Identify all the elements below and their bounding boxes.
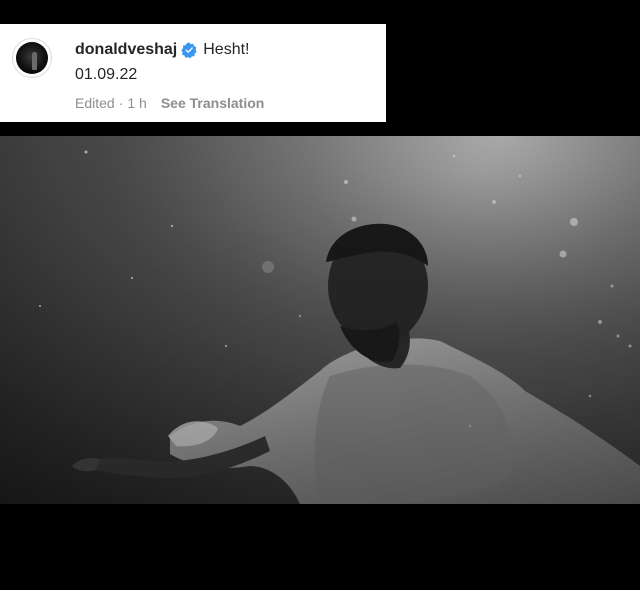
underwater-portrait-image [0, 136, 640, 504]
meta-separator: · [118, 95, 124, 111]
avatar-figure [32, 52, 37, 70]
post-photo[interactable] [0, 136, 640, 504]
edited-label: Edited [75, 95, 115, 111]
username-link[interactable]: donaldveshaj [75, 41, 177, 59]
avatar[interactable] [12, 38, 52, 78]
post-meta: Edited · 1 h See Translation [75, 95, 264, 111]
caption-text: Hesht! [203, 41, 250, 58]
time-ago[interactable]: 1 h [127, 95, 146, 111]
see-translation-button[interactable]: See Translation [161, 95, 264, 111]
caption-card: donaldveshaj Hesht! 01.09.22 Edited · 1 … [0, 24, 386, 122]
avatar-image [16, 42, 48, 74]
verified-badge-icon [181, 42, 197, 59]
caption-date: 01.09.22 [75, 66, 138, 83]
caption-line: donaldveshaj Hesht! [75, 41, 250, 59]
